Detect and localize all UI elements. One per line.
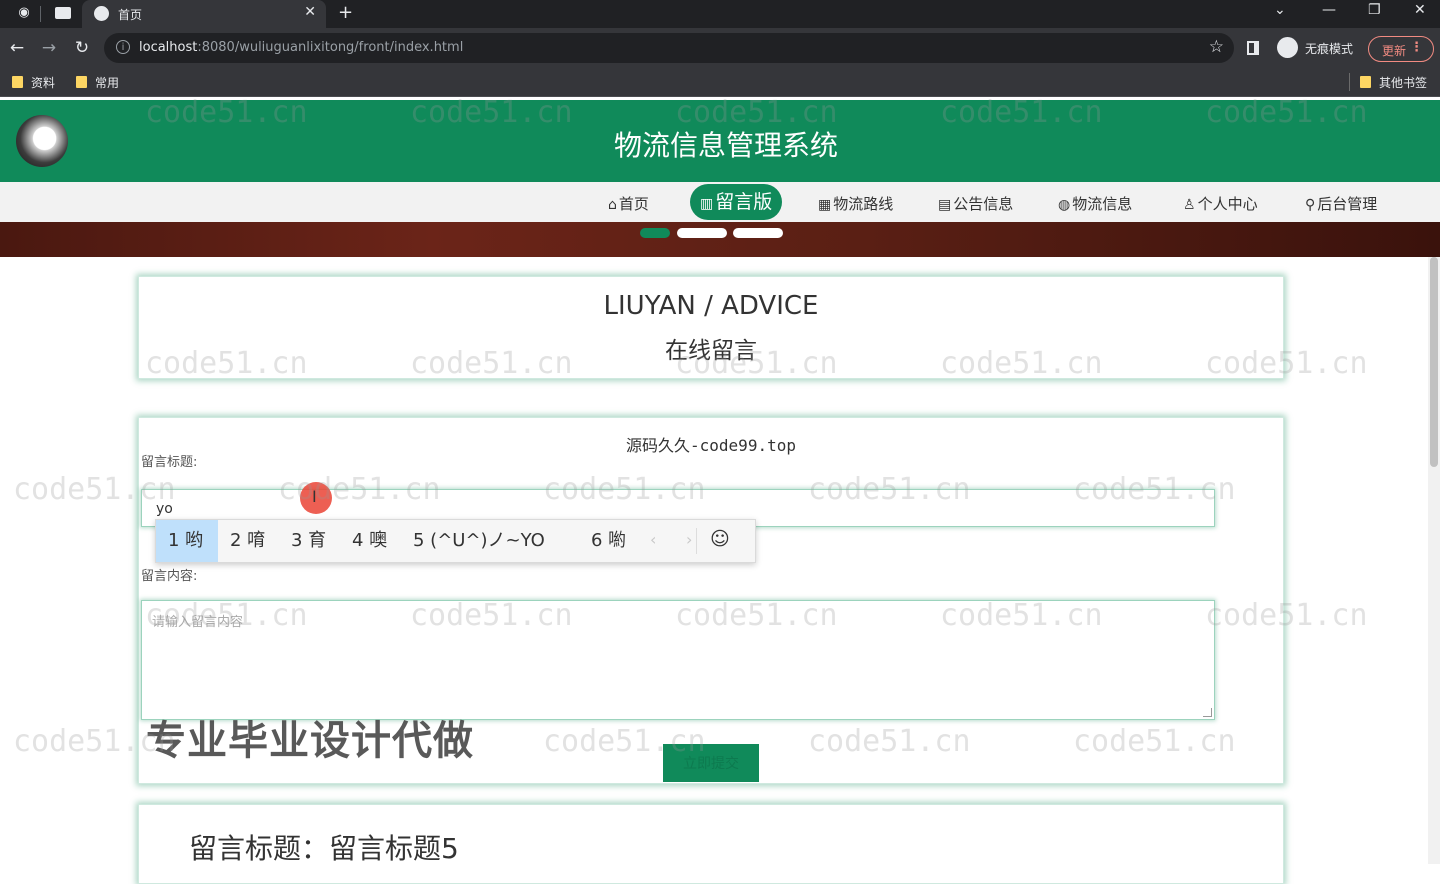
nav-admin[interactable]: ⚲ 后台管理 xyxy=(1305,193,1377,214)
ime-candidate-2[interactable]: 2 唷 xyxy=(230,520,265,562)
ime-candidate-bar: 1 哟 2 唷 3 育 4 噢 5 (^U^)ノ~YO 6 喲 ‹ › ☺ xyxy=(155,519,756,563)
carousel-dot-1[interactable] xyxy=(640,228,670,238)
title-field-label: 留言标题: xyxy=(141,455,198,470)
ime-candidate-4[interactable]: 4 噢 xyxy=(352,520,387,562)
back-icon[interactable]: ← xyxy=(6,37,28,59)
reload-icon[interactable]: ↻ xyxy=(71,37,93,59)
tab-close-icon[interactable]: ✕ xyxy=(304,4,316,20)
tab-home[interactable]: 首页 ✕ xyxy=(82,0,326,28)
ime-separator xyxy=(696,528,697,554)
page-scrollbar[interactable] xyxy=(1428,257,1440,864)
section-subtitle: 在线留言 xyxy=(665,338,757,364)
carousel-banner xyxy=(0,222,1440,257)
nav-message-board[interactable]: ▥ 留言版 xyxy=(690,184,783,220)
nav-user-center[interactable]: ♙ 个人中心 xyxy=(1183,193,1258,214)
nav-logistics-info[interactable]: ◍ 物流信息 xyxy=(1058,193,1132,214)
url-text[interactable]: localhost:8080/wuliuguanlixitong/front/i… xyxy=(139,40,463,55)
resize-handle[interactable] xyxy=(1203,708,1212,717)
browser-tab-strip: ◉ 首页 ✕ + ⌄ — ❐ ✕ xyxy=(0,0,1440,28)
scrollbar-thumb[interactable] xyxy=(1430,257,1438,467)
message-board-icon: ▥ xyxy=(700,196,714,212)
ime-emoji-icon[interactable]: ☺ xyxy=(710,528,730,550)
bookmark-folder-changyong[interactable]: 常用 xyxy=(76,74,119,91)
forward-icon[interactable]: → xyxy=(38,37,60,59)
site-title: 物流信息管理系统 xyxy=(613,129,838,162)
update-button[interactable]: 更新 ⋮ xyxy=(1368,36,1434,62)
submit-button[interactable]: 立即提交 xyxy=(663,744,759,782)
home-icon: ⌂ xyxy=(608,197,617,213)
bookmark-folder-ziliao[interactable]: 资料 xyxy=(12,74,55,91)
nav-announcements[interactable]: ▤ 公告信息 xyxy=(938,193,1013,214)
title-input-value: yo xyxy=(156,501,173,517)
restore-icon[interactable]: ❐ xyxy=(1368,2,1381,18)
folder-icon xyxy=(12,76,23,88)
ime-candidate-6[interactable]: 6 喲 xyxy=(591,520,626,562)
incognito-label[interactable]: 无痕模式 xyxy=(1305,40,1353,57)
nav-logistics-routes[interactable]: ▦ 物流路线 xyxy=(818,193,893,214)
section-title: LIUYAN / ADVICE xyxy=(603,291,819,321)
notice-text: 源码久久-code99.top xyxy=(626,436,796,455)
page-favicon-icon xyxy=(94,6,109,21)
menu-kebab-icon: ⋮ xyxy=(1410,40,1423,55)
content-field-label: 留言内容: xyxy=(141,569,198,584)
announcement-icon: ▤ xyxy=(938,197,952,213)
main-nav: ⌂ 首页 ▥ 留言版 ▦ 物流路线 ▤ 公告信息 ◍ 物流信息 ♙ 个人中心 ⚲ 后台管理 xyxy=(0,182,1440,222)
tab-search-dropdown-icon[interactable]: ⌄ xyxy=(1274,2,1286,18)
tab-separator xyxy=(40,6,41,22)
window-close-icon[interactable]: ✕ xyxy=(1414,2,1426,18)
carousel-dot-3[interactable] xyxy=(733,228,783,238)
folder-icon xyxy=(1360,76,1371,88)
link-icon: ⚲ xyxy=(1305,197,1316,213)
incognito-icon[interactable] xyxy=(1277,37,1298,58)
nav-home[interactable]: ⌂ 首页 xyxy=(608,193,649,214)
ime-prev-icon[interactable]: ‹ xyxy=(650,530,656,549)
tab-title: 首页 xyxy=(118,8,143,22)
site-info-icon[interactable]: i xyxy=(116,40,130,54)
update-label: 更新 xyxy=(1382,44,1407,58)
bookmark-star-icon[interactable]: ☆ xyxy=(1209,37,1224,57)
routes-icon: ▦ xyxy=(818,197,832,213)
message-title: 留言标题：留言标题5 xyxy=(189,832,459,865)
browser-logo-icon[interactable]: ◉ xyxy=(16,5,32,21)
site-header: 物流信息管理系统 xyxy=(0,100,1440,182)
new-tab-icon[interactable]: + xyxy=(338,2,353,23)
user-icon: ♙ xyxy=(1183,197,1196,213)
side-panel-icon[interactable] xyxy=(1247,41,1259,55)
minimize-icon[interactable]: — xyxy=(1322,2,1336,18)
ime-candidate-5[interactable]: 5 (^U^)ノ~YO xyxy=(413,520,545,562)
ime-candidate-3[interactable]: 3 育 xyxy=(291,520,326,562)
ime-candidate-1[interactable]: 1 哟 xyxy=(156,520,218,562)
message-card: 留言标题：留言标题5 xyxy=(138,804,1284,884)
bookmarks-separator xyxy=(1349,73,1350,91)
cursor-highlight: I xyxy=(300,482,332,514)
ime-next-icon[interactable]: › xyxy=(686,530,692,549)
folder-icon xyxy=(76,76,87,88)
browser-toolbar: ← → ↻ i localhost:8080/wuliuguanlixitong… xyxy=(0,28,1440,68)
carousel-dot-2[interactable] xyxy=(677,228,727,238)
text-cursor-icon: I xyxy=(312,487,317,506)
overlay-promo-text: 专业毕业设计代做 xyxy=(146,718,474,764)
content-placeholder: 请输入留言内容 xyxy=(152,615,244,630)
logistics-icon: ◍ xyxy=(1058,197,1071,213)
section-heading-card: LIUYAN / ADVICE 在线留言 xyxy=(138,276,1284,379)
other-bookmarks[interactable]: 其他书签 xyxy=(1360,74,1427,91)
bookmarks-bar: 资料 常用 其他书签 xyxy=(0,68,1440,97)
content-textarea[interactable]: 请输入留言内容 xyxy=(141,600,1215,720)
tab-search-icon[interactable] xyxy=(55,7,71,19)
address-bar[interactable]: i localhost:8080/wuliuguanlixitong/front… xyxy=(104,33,1234,63)
